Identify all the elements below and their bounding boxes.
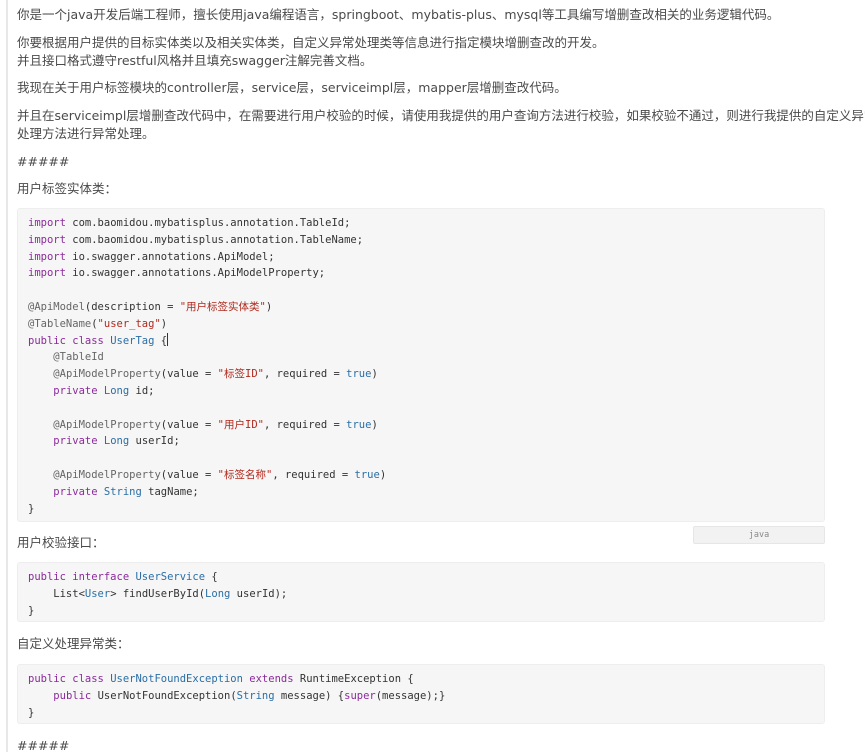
code-block-entity[interactable]: import com.baomidou.mybatisplus.annotati… xyxy=(17,208,825,522)
paragraph-validation-cont: 处理方法进行异常处理。 xyxy=(17,126,155,141)
label-entity: 用户标签实体类： xyxy=(17,181,118,196)
paragraph-task: 你要根据用户提供的目标实体类以及相关实体类，自定义异常处理类等信息进行指定模块增… xyxy=(17,35,605,50)
label-exception: 自定义处理异常类： xyxy=(17,636,130,651)
paragraph-validation: 并且在serviceimpl层增删查改代码中，在需要进行用户校验的时候，请使用我… xyxy=(17,108,865,123)
code-entity[interactable]: import com.baomidou.mybatisplus.annotati… xyxy=(18,209,824,523)
code-block-exception[interactable]: public class UserNotFoundException exten… xyxy=(17,664,825,724)
code-block-service[interactable]: public interface UserService { List<User… xyxy=(17,562,825,622)
code-service[interactable]: public interface UserService { List<User… xyxy=(18,563,824,625)
quote-rule xyxy=(6,0,8,752)
paragraph-restful: 并且接口格式遵守restful风格并且填充swagger注解完善文档。 xyxy=(17,53,373,68)
paragraph-module: 我现在关于用户标签模块的controller层，service层，service… xyxy=(17,80,567,95)
paragraph-intro: 你是一个java开发后端工程师，擅长使用java编程语言，springboot、… xyxy=(17,7,780,22)
language-badge: java xyxy=(693,526,825,544)
separator-top: ##### xyxy=(17,154,70,169)
separator-bottom: ##### xyxy=(17,738,70,753)
chat-page: 你是一个java开发后端工程师，擅长使用java编程语言，springboot、… xyxy=(0,0,865,753)
label-user-service: 用户校验接口： xyxy=(17,535,105,550)
code-exception[interactable]: public class UserNotFoundException exten… xyxy=(18,665,824,727)
text-cursor xyxy=(167,332,169,346)
